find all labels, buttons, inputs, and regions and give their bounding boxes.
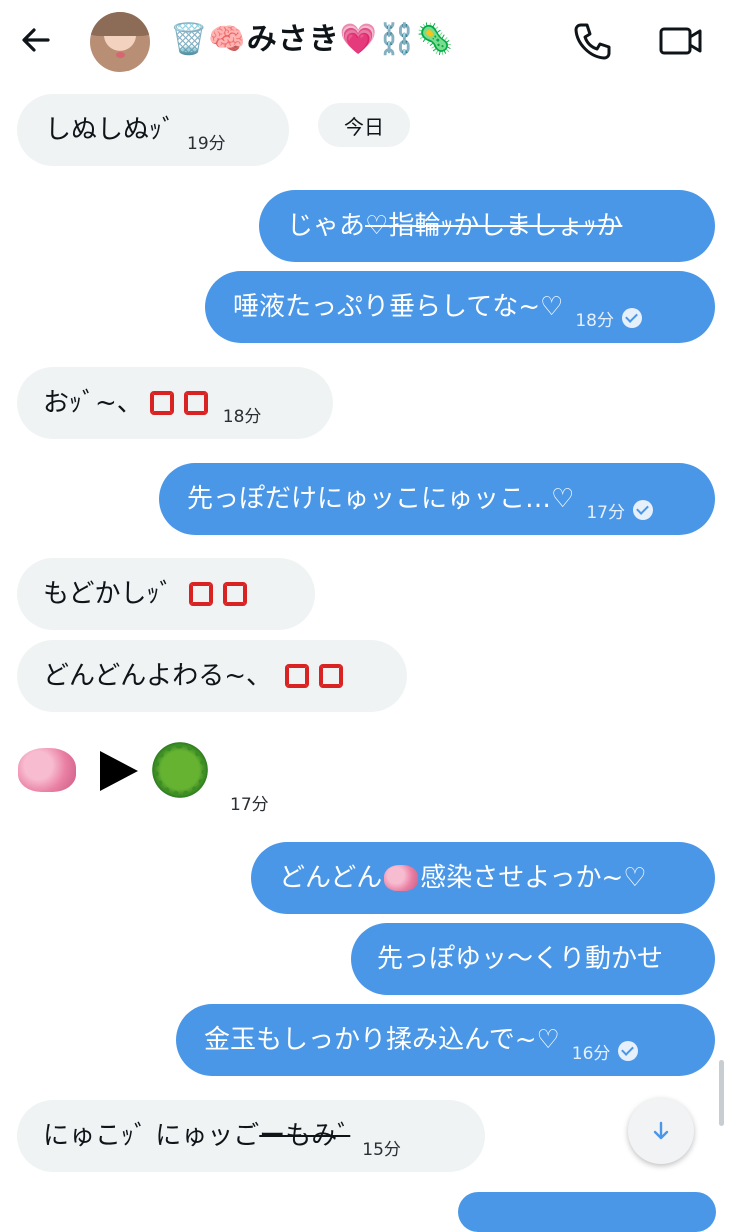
anger-symbol-icon: [316, 661, 346, 691]
message-bubble-outgoing[interactable]: どんどん 感染させよっか~♡: [251, 842, 715, 914]
message-time: 17分: [586, 502, 625, 523]
message-text: もどかしｯﾞ: [43, 579, 173, 609]
message-time: 15分: [362, 1139, 401, 1160]
brain-icon: [18, 748, 76, 792]
message-bubble-incoming[interactable]: おｯﾞ~、 18分: [17, 367, 333, 439]
message-time: 18分: [575, 310, 614, 331]
message-text-strikethrough: ーもみﾞ: [259, 1121, 351, 1151]
video-call-button[interactable]: [656, 20, 706, 62]
message-text-strikethrough: ♡指輪ｯかしましょｯか: [365, 211, 623, 241]
message-text: じゃあ: [287, 211, 366, 241]
message-time: 18分: [222, 406, 262, 427]
scrollbar[interactable]: [719, 1060, 724, 1126]
message-bubble-outgoing[interactable]: 唾液たっぷり垂らしてな~♡ 18分: [205, 271, 715, 343]
read-receipt-icon: [621, 308, 642, 328]
avatar-lips: [116, 52, 125, 58]
message-bubble-incoming[interactable]: しぬしぬｯﾞ 19分: [17, 94, 289, 166]
message-time: 17分: [230, 795, 269, 815]
call-button[interactable]: [572, 20, 614, 62]
arrow-down-icon: [653, 1121, 669, 1140]
message-text: どんどん: [279, 863, 383, 893]
anger-symbol-icon: [147, 388, 177, 418]
anger-symbol-icon: [181, 388, 211, 418]
message-bubble-outgoing[interactable]: 金玉もしっかり揉み込んで~♡ 16分: [176, 1004, 715, 1076]
message-bubble-incoming[interactable]: もどかしｯﾞ: [17, 558, 315, 630]
message-text: おｯﾞ~、: [43, 388, 143, 418]
scroll-to-bottom-button[interactable]: [628, 1098, 694, 1164]
play-triangle-icon: [100, 751, 138, 791]
message-text: 金玉もしっかり揉み込んで~♡: [204, 1025, 560, 1055]
read-receipt-icon: [632, 500, 653, 520]
anger-symbol-icon: [282, 661, 312, 691]
avatar-hair: [90, 12, 150, 36]
message-time: 16分: [571, 1043, 611, 1064]
message-time: 19分: [187, 133, 226, 154]
message-text: 唾液たっぷり垂らしてな~♡: [233, 292, 564, 322]
message-text: しぬしぬｯﾞ: [45, 115, 176, 145]
anger-symbol-icon: [186, 579, 216, 609]
message-bubble-incoming[interactable]: どんどんよわる~、: [17, 640, 407, 712]
back-arrow-icon: [22, 28, 50, 52]
message-bubble-outgoing[interactable]: 先っぽゆッ〜くり動かせ: [351, 923, 715, 995]
anger-symbol-icon: [220, 579, 250, 609]
chat-header: 🗑️🧠みさき💗⛓️🦠: [0, 0, 731, 82]
virus-icon: [150, 740, 210, 800]
avatar[interactable]: [90, 12, 150, 72]
brain-icon: [384, 865, 419, 891]
video-camera-icon: [659, 27, 702, 55]
read-receipt-icon: [618, 1041, 639, 1061]
message-text: にゅこｯﾞ にゅッご: [43, 1121, 260, 1151]
message-bubble-outgoing[interactable]: 先っぽだけにゅッこにゅッこ…♡ 17分: [159, 463, 715, 535]
message-bubble-incoming[interactable]: にゅこｯﾞ にゅッご ーもみﾞ 15分: [17, 1100, 485, 1172]
message-text: 先っぽだけにゅッこにゅッこ…♡: [187, 484, 575, 514]
date-separator: 今日: [318, 103, 410, 147]
message-bubble-outgoing-partial[interactable]: [458, 1192, 716, 1232]
emoji-message[interactable]: [18, 738, 218, 802]
message-text: 感染させよっか~♡: [420, 863, 647, 893]
phone-icon: [574, 23, 611, 60]
message-text: どんどんよわる~、: [43, 661, 273, 691]
message-text: 先っぽゆッ〜くり動かせ: [377, 944, 664, 974]
conversation-title[interactable]: 🗑️🧠みさき💗⛓️🦠: [170, 20, 455, 60]
back-button[interactable]: [16, 20, 56, 60]
message-bubble-outgoing[interactable]: じゃあ ♡指輪ｯかしましょｯか: [259, 190, 715, 262]
